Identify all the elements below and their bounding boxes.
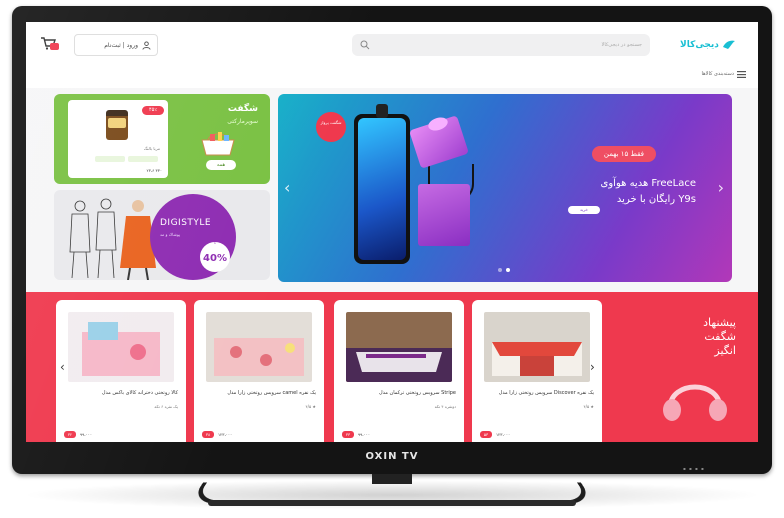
phone-screen bbox=[358, 118, 406, 260]
discount-badge: ۳۳ bbox=[342, 430, 354, 438]
offer-card[interactable]: کالا روتختی دخترانه کالای باکس مدل یک نف… bbox=[56, 300, 186, 442]
category-menu-label[interactable]: دسته‌بندی کالاها bbox=[701, 71, 734, 77]
headphones-image bbox=[663, 384, 727, 421]
user-icon bbox=[142, 40, 151, 50]
slider-dot[interactable] bbox=[498, 268, 502, 272]
slide-buy-button[interactable]: خرید bbox=[568, 206, 600, 214]
slider-next-button[interactable]: › bbox=[718, 178, 724, 197]
product-name: کالا روتختی دخترانه کالای باکس مدل bbox=[101, 390, 178, 396]
jar-label bbox=[108, 118, 126, 128]
product-price: ۹۹،۰۰۰ bbox=[80, 431, 93, 437]
tv-brand-label: OXIN TV bbox=[365, 451, 419, 462]
digistyle-sub-text: پوشاک و مد bbox=[160, 232, 181, 237]
nav-bar: دسته‌بندی کالاها bbox=[26, 66, 758, 84]
slider-dot-active[interactable] bbox=[506, 268, 510, 272]
promo-all-button[interactable]: همه bbox=[206, 160, 236, 170]
product-name: سرویس روتختی زارا مدل Discover یک نفره bbox=[498, 390, 594, 396]
cart-badge bbox=[50, 43, 59, 50]
popup-camera bbox=[376, 104, 388, 118]
carousel-prev-button[interactable]: ‹ bbox=[60, 360, 65, 374]
product-price-row: ۵۳ ۱۲۳،۰۰۰ bbox=[480, 430, 594, 438]
product-subtitle: ۴/۵ ★ bbox=[305, 404, 316, 409]
discount-badge: ۳۲ bbox=[64, 430, 76, 438]
discount-badge: ۵۳ bbox=[480, 430, 492, 438]
hero-slider[interactable]: ‹ › شگفت پرواز فقط ۱۵ بهمن هدیه هوآوی Fr… bbox=[278, 94, 732, 282]
discount-badge: تا 40% bbox=[200, 242, 230, 272]
screen: ورود | ثبت‌نام جستجو در دیجی‌کالا دیجی‌ک… bbox=[26, 22, 758, 442]
offer-card[interactable]: سرویس روتختی زارا مدل camel یک نفره ۴/۵ … bbox=[194, 300, 324, 442]
promo-subtitle: سوپرمارکتی bbox=[227, 118, 258, 125]
product-tags bbox=[78, 156, 158, 164]
logo-text: دیجی‌کالا bbox=[680, 40, 719, 50]
product-subtitle: ۴/۵ ★ bbox=[583, 404, 594, 409]
offer-card[interactable]: سرویس روتختی زارا مدل Discover یک نفره ۴… bbox=[472, 300, 602, 442]
supermarket-promo-banner[interactable]: ۴۵٪ مربا بالنگ ۲۳،۶ ۳۳۰ شگفت سوپرمارکتی … bbox=[54, 94, 270, 184]
product-image bbox=[68, 312, 174, 382]
slide-headline: هدیه هوآوی FreeLace bbox=[600, 178, 696, 189]
product-price-row: ۳۸ ۱۲۳،۰۰۰ bbox=[202, 430, 316, 438]
slider-promo-circle: شگفت پرواز bbox=[316, 112, 346, 142]
offers-title-line: شگفت bbox=[704, 330, 736, 343]
product-price: ۹۹،۰۰۰ bbox=[358, 431, 371, 437]
gift-box-image bbox=[418, 184, 470, 246]
product-name: مربا بالنگ bbox=[143, 146, 160, 151]
header: ورود | ثبت‌نام جستجو در دیجی‌کالا دیجی‌ک… bbox=[26, 22, 758, 66]
product-price: ۱۲۳،۰۰۰ bbox=[218, 431, 233, 437]
tv-stand-base bbox=[208, 500, 576, 506]
carousel-next-button[interactable]: › bbox=[590, 360, 595, 374]
digistyle-brand-text: DIGISTYLE bbox=[160, 218, 212, 228]
menu-icon[interactable] bbox=[737, 71, 746, 78]
offers-title[interactable]: پیشنهاد شگفت انگیز bbox=[646, 316, 736, 358]
product-image bbox=[206, 312, 312, 382]
amazing-offers-strip: پیشنهاد شگفت انگیز سرویس روتختی زارا مدل… bbox=[26, 292, 758, 442]
digistyle-promo-banner[interactable]: DIGISTYLE پوشاک و مد تا 40% bbox=[54, 190, 270, 280]
product-subtitle: دونفره ۴ تکه bbox=[434, 404, 456, 409]
search-icon bbox=[360, 40, 370, 50]
product-price-row: ۳۳ ۹۹،۰۰۰ bbox=[342, 430, 456, 438]
search-placeholder: جستجو در دیجی‌کالا bbox=[601, 42, 642, 48]
product-price-row: ۳۲ ۹۹،۰۰۰ bbox=[64, 430, 178, 438]
product-price: ۱۲۳،۰۰۰ bbox=[496, 431, 511, 437]
product-card[interactable]: ۴۵٪ مربا بالنگ ۲۳،۶ ۳۳۰ bbox=[68, 100, 168, 178]
product-name: سرویس روتختی ترکمان مدل Stripe bbox=[379, 390, 456, 396]
main-banner-area: ۴۵٪ مربا بالنگ ۲۳،۶ ۳۳۰ شگفت سوپرمارکتی … bbox=[26, 88, 758, 292]
product-image bbox=[484, 312, 590, 382]
offers-title-line: انگیز bbox=[714, 344, 736, 357]
basket-icon bbox=[201, 132, 235, 156]
date-pill: فقط ۱۵ بهمن bbox=[591, 146, 656, 162]
tv-status-indicators: ▪ ▪ ▪ ▪ bbox=[683, 466, 705, 471]
badge-percent: 40% bbox=[203, 253, 227, 264]
offers-title-line: پیشنهاد bbox=[703, 316, 736, 329]
product-subtitle: یک نفره ۶ تکه bbox=[154, 404, 178, 409]
discount-badge: ۳۸ bbox=[202, 430, 214, 438]
product-prices: ۲۳،۶ ۳۳۰ bbox=[146, 168, 162, 173]
badge-up-text: تا bbox=[214, 241, 216, 245]
discount-badge: ۴۵٪ bbox=[142, 106, 164, 115]
offer-card[interactable]: سرویس روتختی ترکمان مدل Stripe دونفره ۴ … bbox=[334, 300, 464, 442]
login-label: ورود | ثبت‌نام bbox=[104, 41, 138, 49]
slider-dots bbox=[498, 268, 510, 272]
promo-title: شگفت bbox=[227, 104, 258, 114]
bird-icon bbox=[722, 40, 735, 49]
product-image bbox=[346, 312, 452, 382]
login-button[interactable]: ورود | ثبت‌نام bbox=[74, 34, 158, 56]
logo[interactable]: دیجی‌کالا bbox=[680, 36, 748, 54]
product-name: سرویس روتختی زارا مدل camel یک نفره bbox=[227, 390, 316, 396]
search-input[interactable]: جستجو در دیجی‌کالا bbox=[352, 34, 650, 56]
slider-prev-button[interactable]: ‹ bbox=[284, 178, 290, 197]
slide-subline: رایگان با خرید Y9s bbox=[616, 194, 696, 205]
